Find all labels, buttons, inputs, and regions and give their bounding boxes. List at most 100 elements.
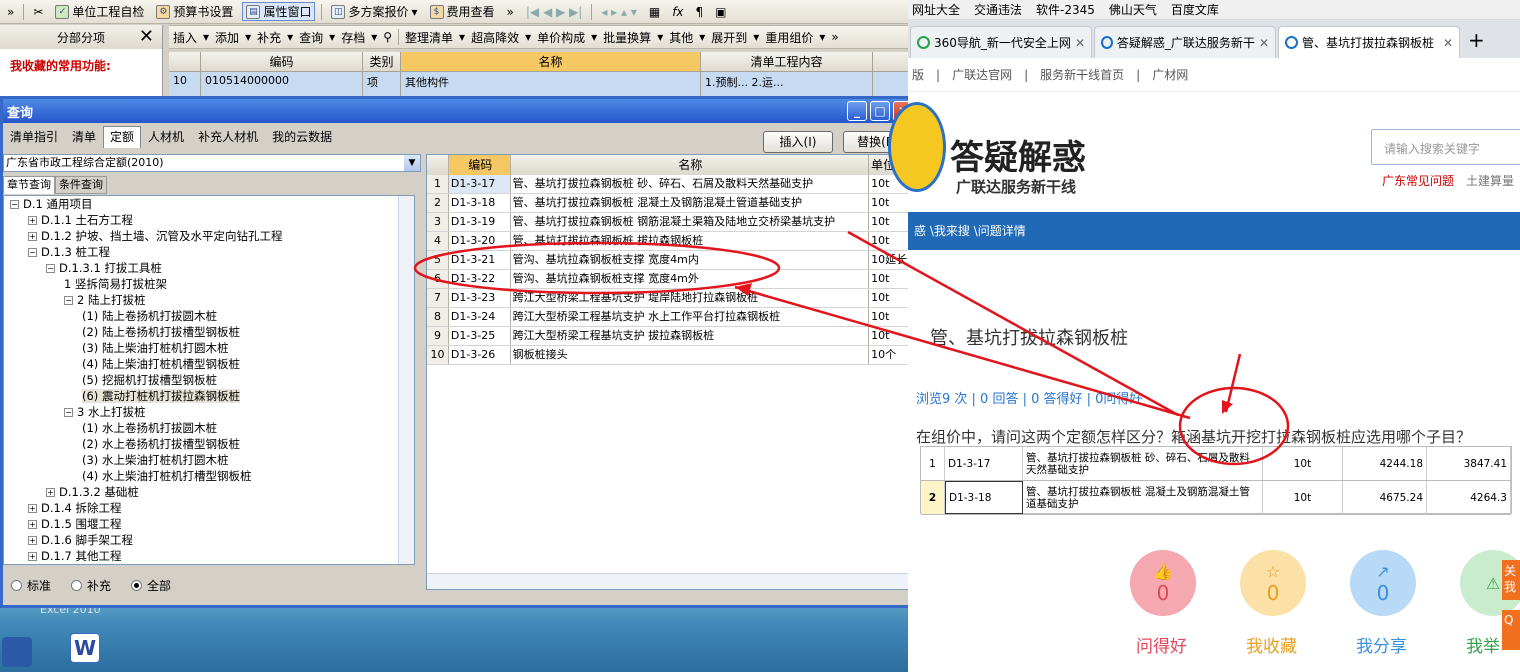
chevron-down-icon[interactable]: ▼ (404, 155, 420, 171)
tree-node[interactable]: + D.1.6 脚手架工程 (4, 532, 414, 548)
tree-node[interactable]: (4) 陆上柴油打桩机槽型钢板桩 (4, 356, 414, 372)
action-button[interactable]: ☆ 0 (1240, 550, 1306, 616)
new-tab-button[interactable]: + (1462, 28, 1491, 58)
table-row[interactable]: 9 D1-3-25 跨江大型桥梁工程基坑支护 拔拉森钢板桩 10t (427, 327, 915, 346)
browser-tab[interactable]: 360导航_新一代安全上网 ✕ (910, 26, 1092, 58)
search-input[interactable]: 请输入搜索关键字 (1371, 129, 1520, 165)
binoculars-icon[interactable]: ⚲ (383, 30, 392, 44)
grid-header[interactable]: 编码 (201, 52, 363, 71)
link-civil[interactable]: 土建算量 (1466, 172, 1514, 189)
tab-list[interactable]: 清单 (65, 126, 103, 148)
close-icon[interactable]: ✕ (1075, 36, 1085, 50)
tab-list-guide[interactable]: 清单指引 (3, 126, 65, 148)
site-logo[interactable]: 答疑解惑 广联达服务新干线 (888, 100, 1108, 200)
tree-node[interactable]: − D.1.3.1 打拔工具桩 (4, 260, 414, 276)
header-code[interactable]: 编码 (448, 155, 511, 175)
table-row[interactable]: 4 D1-3-20 管、基坑打拔拉森钢板桩 拔拉森钢板桩 10t (427, 232, 915, 251)
tab-labor-material[interactable]: 人材机 (141, 126, 191, 148)
tab-supplement[interactable]: 补充人材机 (191, 126, 265, 148)
close-icon[interactable]: ✕ (1443, 36, 1453, 50)
calculator-icon[interactable]: ▦ (646, 5, 663, 19)
tree-node[interactable]: + D.1.2 护坡、挡土墙、沉管及水平定向钻孔工程 (4, 228, 414, 244)
cut-icon[interactable]: ✂ (30, 5, 46, 19)
browser-tab-active[interactable]: 管、基坑打拔拉森钢板桩 ✕ (1278, 26, 1460, 58)
expand-icon[interactable]: + (46, 488, 55, 497)
expand-icon[interactable]: + (28, 536, 37, 545)
toolbar-item[interactable]: 补充 (257, 29, 281, 46)
toolbar-item[interactable]: 插入 (173, 29, 197, 46)
tree-node[interactable]: (3) 陆上柴油打桩机打圆木桩 (4, 340, 414, 356)
tree-node[interactable]: (4) 水上柴油打桩机打槽型钢板桩 (4, 468, 414, 484)
tab-chapter-search[interactable]: 章节查询 (3, 176, 55, 194)
browser-tab[interactable]: 答疑解惑_广联达服务新干 ✕ (1094, 26, 1276, 58)
tree-node[interactable]: (5) 挖掘机打拔槽型钢板桩 (4, 372, 414, 388)
toolbar-item[interactable]: 其他 (669, 29, 693, 46)
app-shortcut-icon[interactable] (2, 637, 32, 667)
horizontal-scrollbar[interactable] (427, 573, 915, 589)
toolbar-item[interactable]: 添加 (215, 29, 239, 46)
action-button[interactable]: ↗ 0 (1350, 550, 1416, 616)
grid-header[interactable]: 类别 (363, 52, 401, 71)
expand-icon[interactable]: + (28, 552, 37, 561)
collapse-icon[interactable]: − (64, 408, 73, 417)
tab-quota[interactable]: 定额 (103, 126, 142, 148)
tree-node[interactable]: (1) 水上卷扬机打拔圆木桩 (4, 420, 414, 436)
expand-icon[interactable]: + (28, 504, 37, 513)
toolbar-item[interactable]: 存档 (341, 29, 365, 46)
table-row[interactable]: 3 D1-3-19 管、基坑打拔拉森钢板桩 钢筋混凝土渠箱及陆地立交桥梁基坑支护 10… (427, 213, 915, 232)
toolbar-budget-settings[interactable]: ⚙ 预算书设置 (153, 3, 236, 20)
bookmark[interactable]: 软件-2345 (1036, 1, 1095, 18)
table-row[interactable]: 8 D1-3-24 跨江大型桥梁工程基坑支护 水上工作平台打拉森钢板桩 10t (427, 308, 915, 327)
tree-node[interactable]: + D.1.1 土石方工程 (4, 212, 414, 228)
toolbar-self-check[interactable]: ✓ 单位工程自检 (52, 3, 147, 20)
formula-icon[interactable]: fx (669, 5, 686, 19)
radio-supplement[interactable]: 补充 (71, 577, 111, 594)
collapse-icon[interactable]: − (10, 200, 19, 209)
toolbar-item[interactable]: 重用组价 (765, 29, 813, 46)
table-row[interactable]: 10 D1-3-26 钢板桩接头 10个 (427, 346, 915, 365)
collapse-icon[interactable]: − (64, 296, 73, 305)
grid-header[interactable]: 名称 (401, 52, 701, 71)
move-arrows-icon[interactable]: ◂ ▸ ▴ ▾ (598, 5, 640, 19)
radio-circle[interactable] (71, 580, 83, 591)
toolbar-fee-view[interactable]: $ 费用查看 (427, 3, 498, 20)
tree-node[interactable]: −2 陆上打拔桩 (4, 292, 414, 308)
vertical-scrollbar[interactable] (398, 196, 414, 564)
table-row[interactable]: 5 D1-3-21 管沟、基坑拉森钢板桩支撑 宽度4m内 10延长米 (427, 251, 915, 270)
bookmark[interactable]: 交通违法 (974, 1, 1022, 18)
radio-circle[interactable] (131, 580, 143, 591)
close-icon[interactable]: ✕ (139, 26, 154, 47)
tree-node[interactable]: −3 水上打拔桩 (4, 404, 414, 420)
toolbar-property-window[interactable]: ▤ 属性窗口 (242, 2, 316, 21)
insert-button[interactable]: 插入(I) (763, 131, 833, 153)
toolbar-item[interactable]: 批量换算 (603, 29, 651, 46)
bookmark[interactable]: 百度文库 (1171, 1, 1219, 18)
side-tab[interactable]: Q (1502, 610, 1520, 650)
tree-node[interactable]: + D.1.5 围堰工程 (4, 516, 414, 532)
tree-node[interactable]: (2) 陆上卷扬机打拔槽型钢板桩 (4, 324, 414, 340)
nav-arrows-icon[interactable]: |◀ ◀ ▶ ▶| (523, 5, 585, 19)
tree-node[interactable]: (2) 水上卷扬机打拔槽型钢板桩 (4, 436, 414, 452)
tree-node[interactable]: + D.1.3.2 基础桩 (4, 484, 414, 500)
tree-node[interactable]: (3) 水上柴油打桩机打圆木桩 (4, 452, 414, 468)
tree-node[interactable]: (1) 陆上卷扬机打拔圆木桩 (4, 308, 414, 324)
expand-icon[interactable]: + (28, 232, 37, 241)
collapse-icon[interactable]: − (28, 248, 37, 257)
nav-link[interactable]: 版 (912, 66, 924, 83)
link-guangdong[interactable]: 广东常见问题 (1382, 172, 1454, 189)
radio-all[interactable]: 全部 (131, 577, 171, 594)
tree-node[interactable]: + D.1.4 拆除工程 (4, 500, 414, 516)
tree-node[interactable]: − D.1 通用项目 (4, 196, 414, 212)
radio-circle[interactable] (11, 580, 22, 591)
table-row[interactable]: 1 D1-3-17 管、基坑打拔拉森钢板桩 砂、碎石、石屑及散料天然基础支护 10t (427, 175, 915, 194)
side-tab[interactable]: 关我 (1502, 560, 1520, 600)
nav-link[interactable]: 广材网 (1152, 66, 1188, 83)
library-select[interactable]: 广东省市政工程综合定额(2010) ▼ (3, 154, 421, 172)
nav-link[interactable]: 服务新干线首页 (1040, 66, 1124, 83)
nav-link[interactable]: 广联达官网 (952, 66, 1012, 83)
minimize-button[interactable]: _ (847, 101, 867, 121)
tab-condition-search[interactable]: 条件查询 (55, 176, 107, 194)
table-row[interactable]: 7 D1-3-23 跨江大型桥梁工程基坑支护 堤岸陆地打拉森钢板桩 10t (427, 289, 915, 308)
maximize-button[interactable]: □ (870, 101, 890, 121)
expand-icon[interactable]: + (28, 216, 37, 225)
